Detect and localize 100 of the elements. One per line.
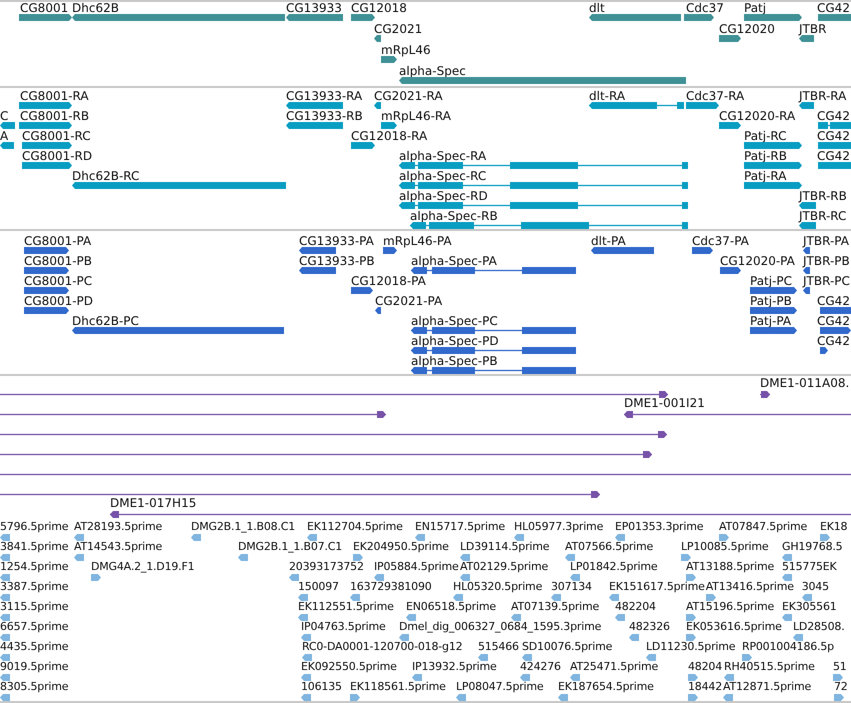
feature-label: JTBR-PC bbox=[803, 274, 850, 288]
feature-label: DMG2B.1_1.B08.C1 bbox=[191, 520, 296, 533]
feature-label: 307134 bbox=[551, 580, 593, 593]
feature-label: CG2021 bbox=[374, 22, 422, 36]
feature-label: AT15196.5prime bbox=[686, 600, 776, 613]
feature-label: JTBR-RB bbox=[799, 189, 847, 203]
feature-label: CG42 bbox=[817, 294, 850, 308]
feature-label: 8305.5prime bbox=[0, 680, 70, 693]
feature-label: 6657.5prime bbox=[0, 620, 70, 633]
feature-label: RP001004186.5p bbox=[742, 640, 835, 653]
feature-label: 51 bbox=[833, 660, 848, 673]
feature-label: CG12018 bbox=[351, 1, 407, 15]
feature-label: GH19768.5 bbox=[782, 540, 844, 553]
feature-label: EK204950.5prime bbox=[353, 540, 450, 553]
feature-label: LD39114.5prime bbox=[460, 540, 550, 553]
feature-label: Cdc37 bbox=[686, 1, 724, 15]
feature-label: Cdc37-PA bbox=[692, 234, 749, 248]
feature-label: 3387.5prime bbox=[0, 580, 70, 593]
feature-label: 150097 bbox=[298, 580, 340, 593]
feature-label: AT13416.5prime bbox=[706, 580, 795, 593]
feature-label: AT25471.5prime bbox=[570, 660, 660, 673]
feature-label: alpha-Spec-RB bbox=[410, 209, 498, 223]
feature-label: Dhc62B-PC bbox=[72, 314, 139, 328]
feature-label: AT28193.5prime bbox=[74, 520, 164, 533]
feature-label: CG2021-RA bbox=[374, 89, 443, 103]
feature-label: CG12020 bbox=[719, 22, 775, 36]
feature-label: AT07566.5prime bbox=[565, 540, 654, 553]
feature-label: Dhc62B bbox=[72, 1, 119, 15]
feature-label: DME1-017H15 bbox=[110, 496, 196, 510]
feature-label: mRpL46-RA bbox=[381, 109, 451, 123]
feature-label: mRpL46 bbox=[381, 43, 431, 57]
feature-label: DMG2B.1_1.B07.C1 bbox=[238, 540, 344, 553]
feature-label: 1254.5prime bbox=[0, 560, 70, 573]
feature-label: CG13933-PA bbox=[299, 234, 374, 248]
feature-label: RH40515.5prime bbox=[724, 660, 816, 673]
feature-label: AT02129.5prime bbox=[460, 560, 550, 573]
feature-label: EK118561.5prime bbox=[350, 680, 447, 693]
feature-label: CG8001-RD bbox=[22, 149, 92, 163]
feature-label: alpha-Spec-RD bbox=[399, 189, 488, 203]
feature-label: Patj-RA bbox=[744, 169, 786, 183]
feature-label: 482204 bbox=[615, 600, 657, 613]
feature-label: Dhc62B-RC bbox=[72, 169, 140, 183]
feature-label: Patj-RB bbox=[744, 149, 787, 163]
feature-label: alpha-Spec-PA bbox=[411, 254, 497, 268]
feature-label: dlt-PA bbox=[591, 234, 626, 248]
feature-label: EK305561 bbox=[782, 600, 838, 613]
feature-label: IP13932.5prime bbox=[412, 660, 498, 673]
feature-label: 3115.5prime bbox=[0, 600, 70, 613]
feature-label: EK187654.5prime bbox=[558, 680, 655, 693]
feature-label: EK112704.5prime bbox=[307, 520, 404, 533]
feature-label: HL05977.3prime bbox=[514, 520, 604, 533]
feature-label: CG12020-PA bbox=[720, 254, 795, 268]
feature-label: CG13933-PB bbox=[299, 254, 375, 268]
feature-label: JTBR bbox=[799, 22, 826, 36]
feature-label: CG2021-PA bbox=[375, 294, 442, 308]
feature-label: CG42 bbox=[817, 1, 850, 15]
feature-label: CG8001-PA bbox=[24, 234, 92, 248]
feature-label: Cdc37-RA bbox=[686, 89, 744, 103]
feature-label: HL05320.5prime bbox=[453, 580, 544, 593]
feature-label: 72 bbox=[834, 680, 849, 693]
feature-label: DME1-001I21 bbox=[624, 396, 705, 410]
feature-label: JTBR-RA bbox=[799, 89, 846, 103]
feature-label: SD10076.5prime bbox=[522, 640, 614, 653]
feature-label: mRpL46-PA bbox=[383, 234, 452, 248]
feature-label: CG12018-PA bbox=[351, 274, 426, 288]
feature-label: 163729381090 bbox=[350, 580, 433, 593]
feature-label: Patj-PA bbox=[750, 314, 792, 328]
feature-label: alpha-Spec-RC bbox=[399, 169, 486, 183]
feature-label: LP01842.5prime bbox=[570, 560, 658, 573]
feature-label: 4435.5prime bbox=[0, 640, 70, 653]
feature-label: 5796.5prime bbox=[0, 520, 70, 533]
feature-label: CG8001 bbox=[20, 1, 68, 15]
feature-label: A bbox=[0, 129, 8, 143]
feature-label: EK151617.5prime bbox=[609, 580, 706, 593]
feature-label: CG42 bbox=[817, 314, 850, 328]
feature-label: dlt bbox=[589, 1, 605, 15]
feature-label: LD11230.5prime bbox=[646, 640, 736, 653]
feature-label: CG8001-RB bbox=[20, 109, 90, 123]
feature-label: JTBR-PA bbox=[803, 234, 849, 248]
feature-label: AT14543.5prime bbox=[74, 540, 164, 553]
feature-label: EK112551.5prime bbox=[298, 600, 395, 613]
feature-label: CG12020-RA bbox=[719, 109, 796, 123]
feature-label: alpha-Spec-RA bbox=[399, 149, 486, 163]
feature-label: AT13188.5prime bbox=[686, 560, 776, 573]
feature-label: 3841.5prime bbox=[0, 540, 70, 553]
feature-label: 20393173752 bbox=[289, 560, 365, 573]
feature-label: CG13933 bbox=[286, 1, 342, 15]
feature-label: alpha-Spec-PD bbox=[411, 334, 499, 348]
feature-label: LP08047.5prime bbox=[456, 680, 544, 693]
feature-label: CG8001-RC bbox=[22, 129, 91, 143]
feature-label: Patj-RC bbox=[744, 129, 787, 143]
feature-label: CG8001-RA bbox=[20, 89, 89, 103]
feature-label: AT07847.5prime bbox=[719, 520, 808, 533]
feature-label: CG13933-RB bbox=[286, 109, 363, 123]
feature-label: Dmel_dig_006327_0684_1595.3prime bbox=[399, 620, 602, 633]
feature-label: LD28508. bbox=[793, 620, 846, 633]
feature-label: 18442 bbox=[688, 680, 723, 693]
feature-label: CG42 bbox=[817, 129, 850, 143]
feature-label: 482326 bbox=[629, 620, 671, 633]
feature-label: AT07139.5prime bbox=[511, 600, 600, 613]
